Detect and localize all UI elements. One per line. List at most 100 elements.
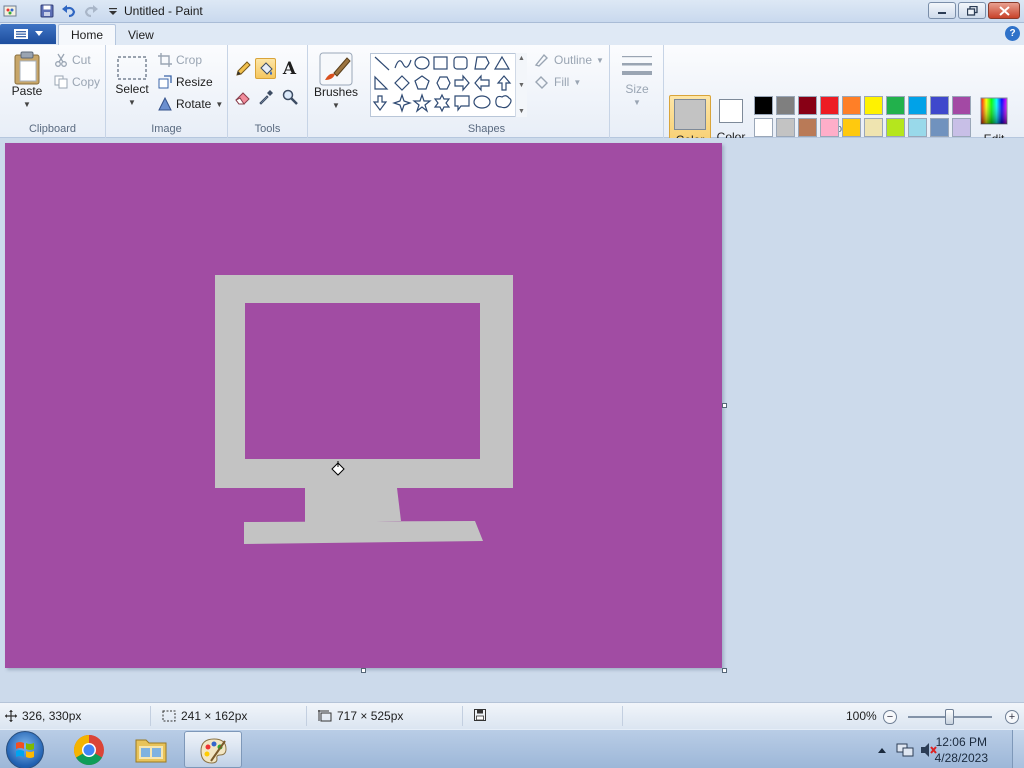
zoom-out-button[interactable]: −: [883, 710, 897, 724]
gallery-expand-icon[interactable]: ▼: [518, 108, 525, 115]
show-desktop-button[interactable]: [1012, 730, 1024, 768]
clipboard-icon: [14, 51, 40, 85]
minimize-button[interactable]: [928, 2, 956, 19]
paint-taskbar-button[interactable]: [184, 731, 242, 768]
zoom-in-button[interactable]: +: [1005, 710, 1019, 724]
eraser-tool-button[interactable]: [232, 86, 253, 107]
cloud-callout-shape-icon: [495, 95, 512, 109]
palette-swatch[interactable]: [776, 96, 795, 115]
pencil-tool-button[interactable]: [232, 58, 253, 79]
close-button[interactable]: [988, 2, 1020, 19]
fill-tool-button[interactable]: [255, 58, 276, 79]
crop-button[interactable]: Crop: [158, 53, 202, 67]
folder-icon: [135, 739, 167, 762]
monitor-drawing: [215, 275, 513, 544]
rotate-button[interactable]: Rotate ▼: [158, 97, 223, 111]
left-arrow-shape-icon: [474, 74, 490, 92]
clock-time: 12:06 PM: [935, 735, 987, 749]
save-icon[interactable]: [38, 2, 56, 20]
resize-handle-right[interactable]: [722, 403, 727, 408]
status-divider: [150, 706, 151, 726]
customize-qat-icon[interactable]: [104, 2, 122, 20]
chevron-down-icon: ▼: [23, 100, 31, 109]
scroll-up-icon[interactable]: ▲: [518, 55, 525, 62]
taskbar-clock[interactable]: 12:06 PM 4/28/2023: [935, 734, 988, 766]
resize-button[interactable]: Resize: [158, 75, 213, 89]
palette-swatch[interactable]: [952, 118, 971, 137]
palette-swatch[interactable]: [886, 118, 905, 137]
palette-swatch[interactable]: [864, 118, 883, 137]
monitor-base: [244, 521, 483, 544]
paste-label: Paste: [11, 84, 43, 98]
palette-swatch[interactable]: [820, 118, 839, 137]
down-arrow-shape-icon: [372, 95, 388, 111]
palette-swatch[interactable]: [754, 96, 773, 115]
resize-handle-corner[interactable]: [722, 668, 727, 673]
tools-group-label: Tools: [254, 123, 281, 135]
pentagon-shape-icon: [414, 75, 430, 90]
color-picker-tool-button[interactable]: [255, 86, 276, 107]
paint-app-icon[interactable]: [2, 2, 20, 20]
outline-button[interactable]: Outline ▼: [534, 53, 604, 67]
shapes-gallery-scroll[interactable]: ▲ ▼ ▼: [515, 53, 527, 117]
brushes-button[interactable]: Brushes ▼: [314, 52, 358, 112]
tab-home[interactable]: Home: [58, 24, 117, 45]
scroll-down-icon[interactable]: ▼: [518, 82, 525, 89]
rounded-rectangle-shape-icon: [453, 56, 468, 70]
zoom-slider-thumb[interactable]: [945, 709, 954, 725]
four-point-star-shape-icon: [392, 93, 412, 113]
palette-swatch[interactable]: [886, 96, 905, 115]
window-controls: [928, 2, 1020, 19]
brush-icon: [319, 52, 353, 86]
palette-swatch[interactable]: [842, 96, 861, 115]
cut-button[interactable]: Cut: [54, 53, 91, 67]
file-menu-button[interactable]: [0, 24, 56, 44]
palette-swatch[interactable]: [798, 96, 817, 115]
palette-swatch[interactable]: [864, 96, 883, 115]
tab-view[interactable]: View: [116, 24, 166, 45]
palette-swatch[interactable]: [908, 96, 927, 115]
color1-swatch: [674, 99, 706, 130]
file-explorer-taskbar-button[interactable]: [122, 731, 180, 768]
paste-button[interactable]: Paste ▼: [8, 51, 46, 111]
save-status: [474, 709, 486, 721]
magnifier-tool-button[interactable]: [279, 86, 300, 107]
select-button[interactable]: Select ▼: [114, 55, 150, 109]
palette-swatch[interactable]: [930, 96, 949, 115]
copy-button[interactable]: Copy: [54, 75, 100, 89]
show-hidden-icons-icon[interactable]: [876, 745, 888, 755]
status-divider: [306, 706, 307, 726]
palette-swatch[interactable]: [776, 118, 795, 137]
restore-button[interactable]: [958, 2, 986, 19]
palette-swatch[interactable]: [820, 96, 839, 115]
rainbow-palette-icon: [980, 97, 1008, 125]
network-icon[interactable]: [896, 742, 914, 758]
help-icon[interactable]: ?: [1005, 26, 1020, 41]
chevron-down-icon: ▼: [332, 101, 340, 110]
palette-swatch[interactable]: [798, 118, 817, 137]
palette-swatch[interactable]: [908, 118, 927, 137]
hexagon-shape-icon: [436, 76, 451, 90]
palette-swatch[interactable]: [754, 118, 773, 137]
ribbon: Paste ▼ Cut Copy Clipboard Select ▼ Crop…: [0, 45, 1024, 161]
palette-swatch[interactable]: [930, 118, 949, 137]
window-title: Untitled - Paint: [124, 4, 203, 18]
start-button[interactable]: [6, 731, 44, 768]
palette-swatch[interactable]: [842, 118, 861, 137]
chevron-down-icon: ▼: [633, 98, 641, 107]
paint-bucket-icon: [259, 61, 273, 75]
drawing-canvas[interactable]: [5, 143, 722, 668]
resize-handle-bottom[interactable]: [361, 668, 366, 673]
palette-swatch[interactable]: [952, 96, 971, 115]
windows-logo-icon: [16, 742, 34, 758]
oval-shape-icon: [414, 56, 430, 70]
size-button[interactable]: Size ▼: [618, 53, 656, 109]
undo-icon[interactable]: [60, 2, 78, 20]
chrome-taskbar-button[interactable]: [60, 731, 118, 768]
shapes-gallery: [370, 53, 520, 117]
size-label: Size: [625, 82, 649, 96]
fill-button[interactable]: Fill ▼: [534, 75, 581, 89]
text-tool-button[interactable]: A: [279, 58, 300, 79]
image-group-label: Image: [151, 123, 182, 135]
selection-size-status: 241 × 162px: [162, 709, 247, 723]
